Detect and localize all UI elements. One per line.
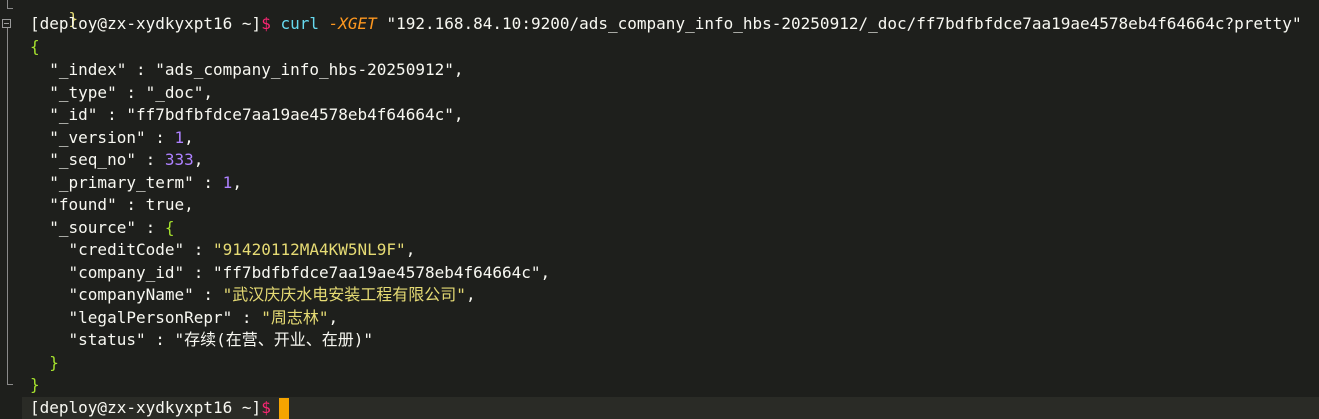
json-close-brace: } [30,375,40,394]
json-string-value: "ads_company_info_hbs-20250912" [155,60,454,79]
prompt-symbol: $ [261,14,271,33]
collapse-fold-icon[interactable] [2,19,11,28]
fold-gutter [0,0,22,419]
previous-output-line: } [30,0,79,28]
json-boolean-value: true [145,195,185,214]
json-close-line: } [30,374,40,396]
json-key: "_source" [49,218,136,237]
json-field-line: "_seq_no" : 333, [49,150,204,169]
json-key: "found" [49,195,117,214]
json-string-value: "_doc" [145,83,204,102]
json-key: "_seq_no" [49,150,136,169]
prompt-symbol: $ [261,398,271,417]
json-key: "company_id" [68,263,185,282]
json-number-value: 1 [174,128,185,147]
fold-guide [7,28,8,384]
shell-prompt: [deploy@zx-xydkyxpt16 ~] [30,398,262,417]
json-source-field-line: "legalPersonRepr" : "周志林", [68,308,339,327]
json-key: "_index" [49,60,127,79]
json-field-line: "_primary_term" : 1, [49,173,242,192]
json-key: "companyName" [68,285,194,304]
command-program: curl [280,14,319,33]
json-source-close-line: } [30,352,59,374]
json-source-field-line: "company_id" : "ff7bdfbfdce7aa19ae4578eb… [68,263,551,282]
json-field-line: "_source" : { [49,218,175,237]
json-field-line: "_index" : "ads_company_info_hbs-2025091… [49,60,464,79]
text-cursor [278,398,289,419]
json-key: "_id" [49,105,98,124]
json-string-value: "武汉庆庆水电安装工程有限公司" [222,285,466,304]
json-source-close-brace: } [49,353,59,372]
json-object-open: { [164,218,175,237]
fold-guide-end [7,8,13,9]
json-key: "_primary_term" [49,173,194,192]
json-string-value: "周志林" [261,308,329,327]
json-key: "_type" [49,83,117,102]
fold-guide-end [7,384,13,385]
json-string-value: "ff7bdfbfdce7aa19ae4578eb4f64664c" [126,105,454,124]
json-open-brace: { [30,37,40,56]
json-source-field-line: "creditCode" : "91420112MA4KW5NL9F", [68,240,416,259]
json-string-value: "ff7bdfbfdce7aa19ae4578eb4f64664c" [213,263,541,282]
json-field-line: "_version" : 1, [49,128,194,147]
json-key: "_version" [49,128,146,147]
json-key: "creditCode" [68,240,185,259]
json-key: "legalPersonRepr" [68,308,233,327]
current-prompt-line[interactable]: [deploy@zx-xydkyxpt16 ~]$ [30,397,289,419]
command-flag: -XGET [328,14,377,33]
json-number-value: 1 [222,173,233,192]
json-source-field-line: "companyName" : "武汉庆庆水电安装工程有限公司", [68,285,476,304]
fold-guide [7,0,8,8]
json-key: "status" [68,330,146,349]
shell-prompt: [deploy@zx-xydkyxpt16 ~] [30,14,262,33]
terminal-window[interactable]: } [deploy@zx-xydkyxpt16 ~]$ curl -XGET "… [0,0,1319,419]
json-field-line: "found" : true, [49,195,194,214]
command-url: "192.168.84.10:9200/ads_company_info_hbs… [386,14,1302,33]
json-field-line: "_id" : "ff7bdfbfdce7aa19ae4578eb4f64664… [49,105,464,124]
json-open-line: { [30,36,40,58]
json-source-field-line: "status" : "存续(在营、开业、在册)" [68,330,374,349]
command-line: [deploy@zx-xydkyxpt16 ~]$ curl -XGET "19… [30,13,1302,35]
json-string-value: "存续(在营、开业、在册)" [174,330,374,349]
json-field-line: "_type" : "_doc", [49,83,214,102]
json-string-value: "91420112MA4KW5NL9F" [213,240,406,259]
json-number-value: 333 [164,150,194,169]
